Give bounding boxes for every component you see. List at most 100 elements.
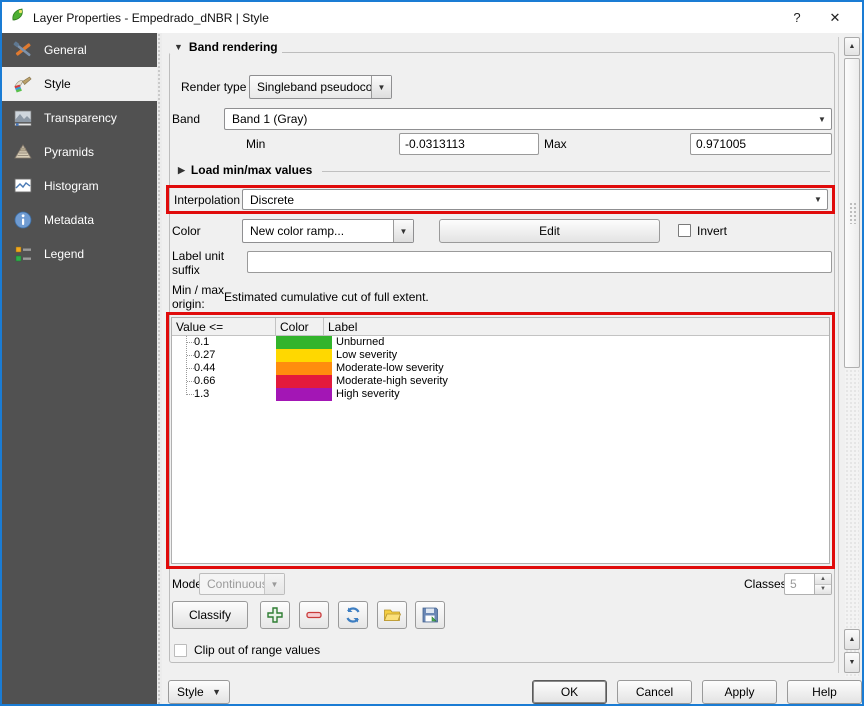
class-row[interactable]: 0.44 Moderate-low severity (172, 362, 829, 375)
band-combobox[interactable]: Band 1 (Gray) ▼ (224, 108, 832, 130)
sidebar-item-transparency[interactable]: Transparency (2, 101, 157, 135)
class-color-swatch[interactable] (276, 362, 332, 375)
invert-checkbox[interactable] (678, 224, 691, 237)
color-ramp-value: New color ramp... (243, 224, 393, 238)
mode-combobox[interactable]: Continuous ▼ (199, 573, 285, 595)
chevron-down-icon: ▼ (212, 687, 221, 697)
classmap-annotation-box: Value <= Color Label 0.1 Unburned 0.27 (166, 312, 835, 569)
sidebar-item-metadata[interactable]: Metadata (2, 203, 157, 237)
color-label: Color (172, 224, 201, 238)
band-rendering-title: Band rendering (189, 40, 278, 54)
classification-rows: 0.1 Unburned 0.27 Low severity 0.44 (172, 336, 829, 401)
column-header-value[interactable]: Value <= (172, 318, 276, 336)
apply-button[interactable]: Apply (702, 680, 777, 704)
class-label[interactable]: High severity (332, 388, 400, 401)
sidebar-item-legend[interactable]: Legend (2, 237, 157, 271)
scroll-frame-edge (838, 37, 839, 673)
max-label: Max (544, 137, 567, 151)
class-color-swatch[interactable] (276, 349, 332, 362)
scroll-up-button[interactable]: ▲ (844, 37, 860, 56)
properties-sidebar: General Style (2, 33, 157, 704)
load-color-map-button[interactable] (377, 601, 407, 629)
class-row[interactable]: 0.1 Unburned (172, 336, 829, 349)
class-color-swatch[interactable] (276, 336, 332, 349)
paintbrush-icon (12, 73, 34, 95)
column-header-label[interactable]: Label (324, 318, 829, 336)
save-icon (421, 606, 439, 624)
class-value[interactable]: 0.1 (172, 336, 276, 349)
classes-label: Classes (744, 577, 787, 591)
clip-range-checkbox[interactable] (174, 644, 187, 657)
add-class-button[interactable] (260, 601, 290, 629)
classification-table-header: Value <= Color Label (172, 318, 829, 336)
legend-icon (12, 243, 34, 265)
spin-down-icon[interactable]: ▼ (815, 585, 831, 595)
chevron-down-icon: ▼ (264, 574, 284, 594)
save-color-map-button[interactable] (415, 601, 445, 629)
refresh-button[interactable] (338, 601, 368, 629)
edit-ramp-button[interactable]: Edit (439, 219, 660, 243)
class-label[interactable]: Moderate-low severity (332, 362, 444, 375)
class-row[interactable]: 0.66 Moderate-high severity (172, 375, 829, 388)
class-value[interactable]: 0.44 (172, 362, 276, 375)
band-rendering-header[interactable]: ▼ Band rendering (170, 40, 282, 54)
scrollbar-thumb[interactable] (844, 58, 860, 368)
class-color-swatch[interactable] (276, 375, 332, 388)
interpolation-combobox[interactable]: Discrete ▼ (242, 189, 828, 210)
classes-spinbox[interactable]: 5 ▲ ▼ (784, 573, 832, 595)
label-unit-suffix-label: Label unit suffix (172, 249, 238, 277)
style-menu-label: Style (177, 685, 204, 699)
collapse-right-triangle-icon: ▶ (178, 165, 185, 176)
remove-class-button[interactable] (299, 601, 329, 629)
sidebar-item-label: Legend (44, 247, 84, 261)
cancel-button[interactable]: Cancel (617, 680, 692, 704)
chevron-down-icon: ▼ (809, 195, 827, 204)
help-titlebar-button[interactable]: ? (778, 3, 816, 32)
window-title: Layer Properties - Empedrado_dNBR | Styl… (33, 11, 269, 25)
max-input[interactable]: 0.971005 (690, 133, 832, 155)
class-value[interactable]: 0.66 (172, 375, 276, 388)
style-panel: ▼ Band rendering Render type Singleband … (162, 33, 862, 704)
sidebar-item-label: Transparency (44, 111, 117, 125)
remove-icon (305, 606, 323, 624)
classification-table[interactable]: Value <= Color Label 0.1 Unburned 0.27 (171, 317, 830, 564)
scroll-down-button[interactable]: ▼ (844, 652, 860, 673)
label-unit-suffix-input[interactable] (247, 251, 832, 273)
classes-value: 5 (785, 574, 814, 594)
render-type-combobox[interactable]: Singleband pseudocolor ▼ (249, 75, 392, 99)
scrollbar-grip-icon (849, 202, 857, 224)
class-label[interactable]: Low severity (332, 349, 397, 362)
class-label[interactable]: Unburned (332, 336, 384, 349)
sidebar-item-histogram[interactable]: Histogram (2, 169, 157, 203)
pyramids-icon (12, 141, 34, 163)
class-label[interactable]: Moderate-high severity (332, 375, 448, 388)
class-row[interactable]: 1.3 High severity (172, 388, 829, 401)
class-color-swatch[interactable] (276, 388, 332, 401)
sidebar-item-label: Style (44, 77, 71, 91)
qgis-app-icon (10, 7, 26, 28)
divider (322, 171, 830, 172)
ok-button[interactable]: OK (532, 680, 607, 704)
refresh-icon (344, 606, 362, 624)
sidebar-item-label: General (44, 43, 87, 57)
class-row[interactable]: 0.27 Low severity (172, 349, 829, 362)
class-value[interactable]: 1.3 (172, 388, 276, 401)
sidebar-item-style[interactable]: Style (2, 67, 157, 101)
chevron-down-icon: ▼ (393, 220, 413, 242)
close-button[interactable]: ✕ (816, 3, 854, 32)
sidebar-item-pyramids[interactable]: Pyramids (2, 135, 157, 169)
help-button[interactable]: Help (787, 680, 862, 704)
sidebar-item-label: Histogram (44, 179, 99, 193)
color-ramp-combobox[interactable]: New color ramp... ▼ (242, 219, 414, 243)
min-input[interactable]: -0.0313113 (399, 133, 539, 155)
class-value[interactable]: 0.27 (172, 349, 276, 362)
classify-button[interactable]: Classify (172, 601, 248, 629)
render-type-label: Render type (181, 80, 246, 94)
vertical-scrollbar[interactable]: ▲ ▲ ▼ (844, 37, 860, 677)
column-header-color[interactable]: Color (276, 318, 324, 336)
scroll-up-button-2[interactable]: ▲ (844, 629, 860, 650)
sidebar-item-general[interactable]: General (2, 33, 157, 67)
load-minmax-header[interactable]: ▶ Load min/max values (174, 163, 316, 177)
style-menu-button[interactable]: Style ▼ (168, 680, 230, 704)
spin-up-icon[interactable]: ▲ (815, 574, 831, 585)
